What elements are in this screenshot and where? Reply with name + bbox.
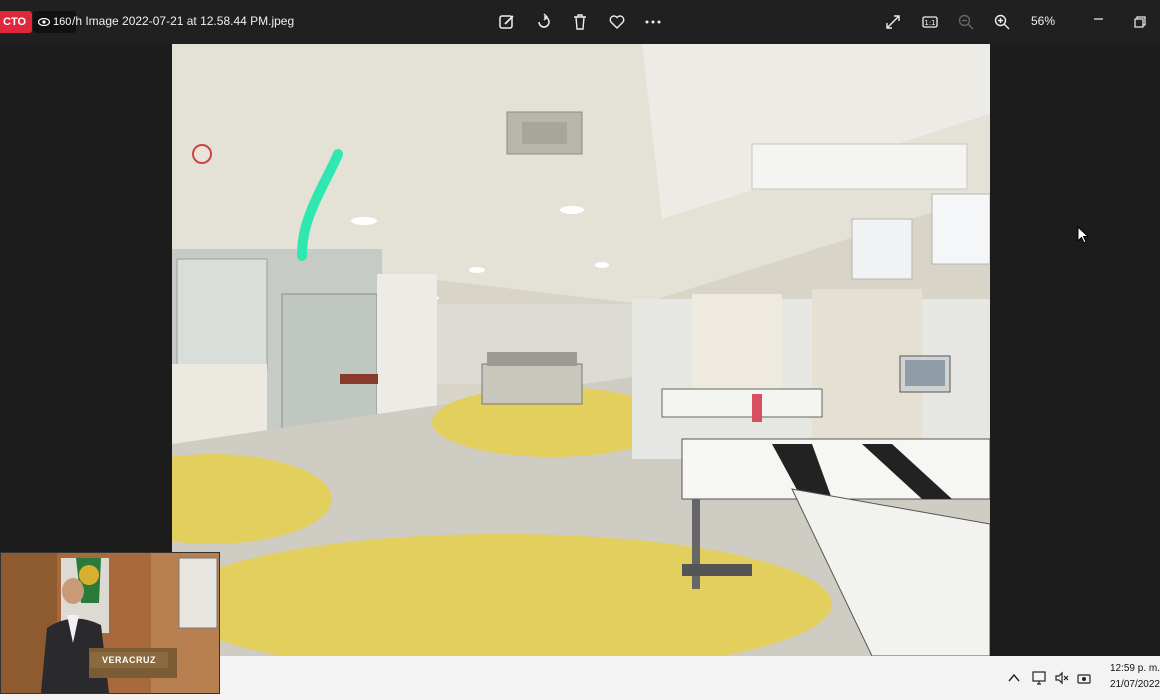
zoom-in-icon[interactable] (990, 10, 1014, 34)
svg-text:1:1: 1:1 (924, 19, 935, 27)
chevron-up-icon[interactable] (1006, 670, 1022, 686)
expand-icon[interactable] (881, 10, 905, 34)
speaker-muted-icon[interactable] (1054, 670, 1070, 686)
podium-label: VERACRUZ (90, 652, 168, 668)
actual-size-icon[interactable]: 1:1 (918, 10, 942, 34)
viewer-count: 160 (33, 11, 77, 33)
edit-image-icon[interactable] (495, 10, 519, 34)
mouse-cursor-icon (1077, 226, 1089, 244)
network-icon[interactable] (1031, 670, 1047, 686)
more-icon[interactable] (641, 10, 665, 34)
restore-icon[interactable] (1128, 10, 1152, 34)
system-clock[interactable]: 12:59 p. m. 21/07/2022 (1102, 661, 1160, 693)
live-badge: CTO (0, 11, 33, 33)
clock-date: 21/07/2022 (1109, 679, 1160, 690)
photo-viewer-titlebar: CTO 160 /h Image 2022-07-21 at 12.58.44 … (0, 0, 1160, 44)
eye-icon (38, 18, 50, 26)
clock-time: 12:59 p. m. (1109, 663, 1160, 674)
file-name: /h Image 2022-07-21 at 12.58.44 PM.jpeg (72, 14, 295, 28)
camera-icon[interactable] (1076, 670, 1092, 686)
zoom-level: 56% (1031, 14, 1056, 28)
trash-icon[interactable] (568, 10, 592, 34)
viewer-count-value: 160 (53, 16, 72, 28)
heart-icon[interactable] (605, 10, 629, 34)
photo-hospital-ward[interactable] (172, 44, 990, 656)
rotate-icon[interactable] (532, 10, 556, 34)
minimize-icon[interactable] (1087, 10, 1111, 34)
webcam-overlay (0, 552, 220, 694)
zoom-out-icon[interactable] (954, 10, 978, 34)
